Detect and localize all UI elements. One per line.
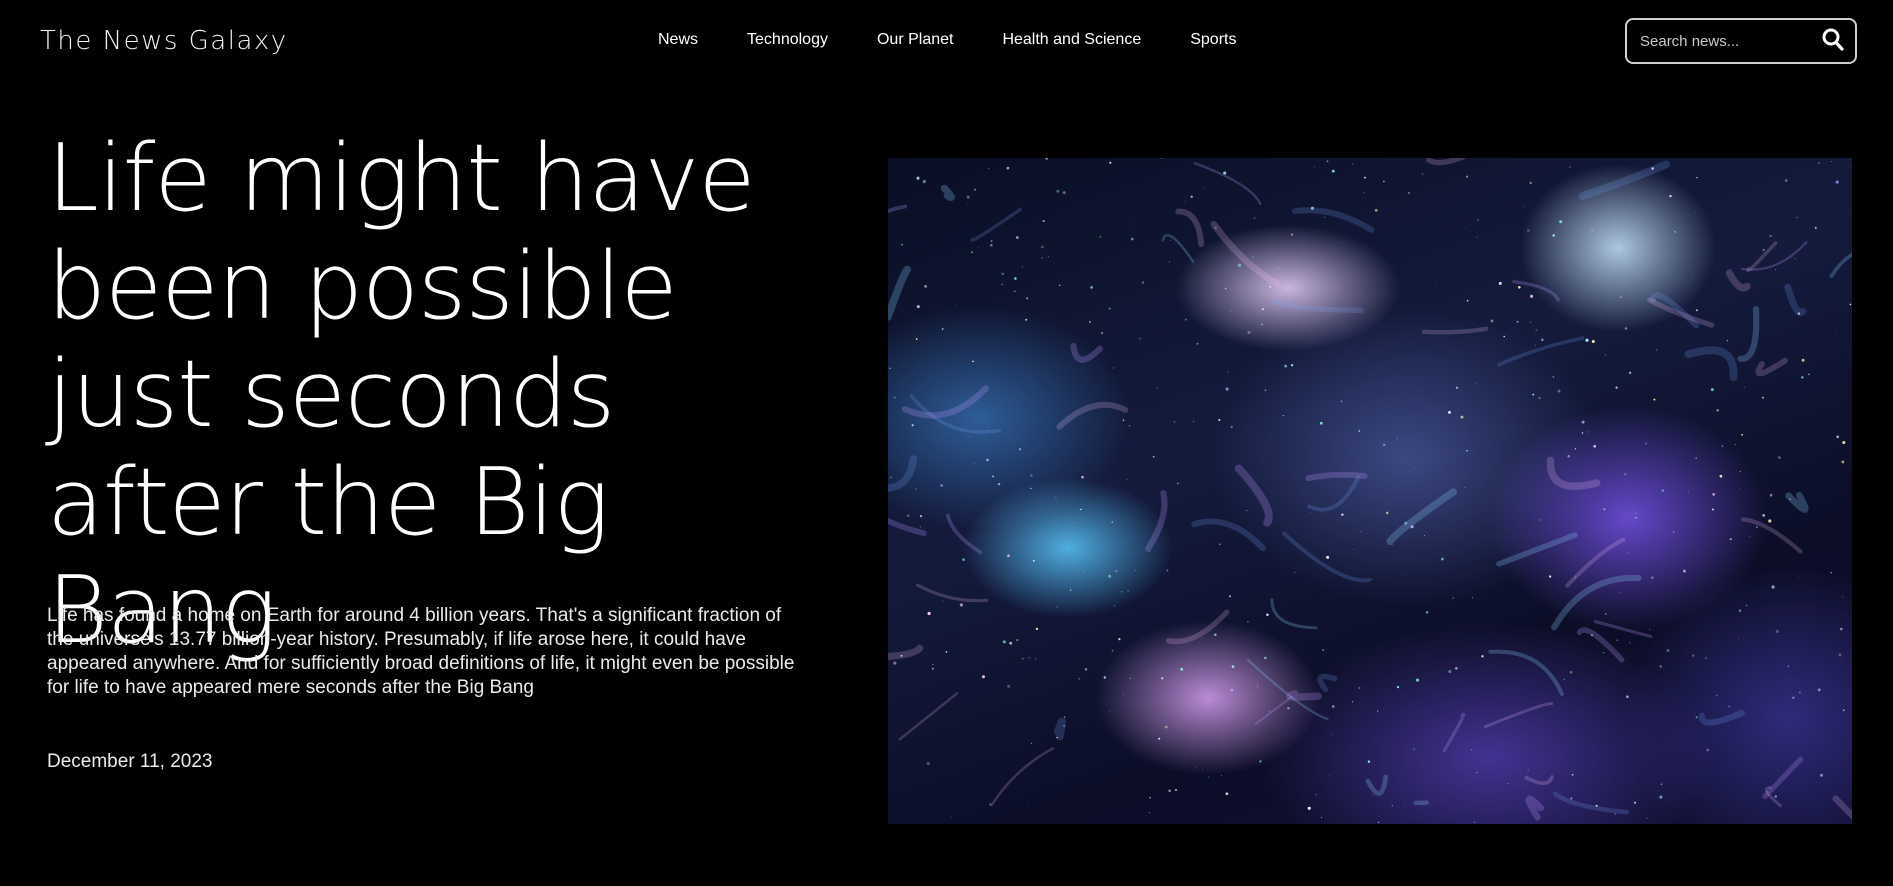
article-headline[interactable]: Life might have been possible just secon… xyxy=(47,124,827,664)
nav-item-health-and-science[interactable]: Health and Science xyxy=(1002,31,1141,49)
search-box xyxy=(1625,18,1857,64)
page: The News Galaxy News Technology Our Plan… xyxy=(0,0,1893,886)
nav-item-our-planet[interactable]: Our Planet xyxy=(877,31,953,49)
main-nav: News Technology Our Planet Health and Sc… xyxy=(658,31,1236,49)
nav-item-technology[interactable]: Technology xyxy=(747,31,828,49)
search-input[interactable] xyxy=(1627,31,1822,51)
nav-item-sports[interactable]: Sports xyxy=(1190,31,1236,49)
article-date: December 11, 2023 xyxy=(47,751,213,772)
article-image[interactable] xyxy=(888,158,1852,824)
article-summary: Life has found a home on Earth for aroun… xyxy=(47,605,795,698)
site-logo[interactable]: The News Galaxy xyxy=(40,26,288,56)
starfield xyxy=(888,158,1852,824)
nav-item-news[interactable]: News xyxy=(658,31,698,49)
search-icon[interactable] xyxy=(1821,27,1845,53)
